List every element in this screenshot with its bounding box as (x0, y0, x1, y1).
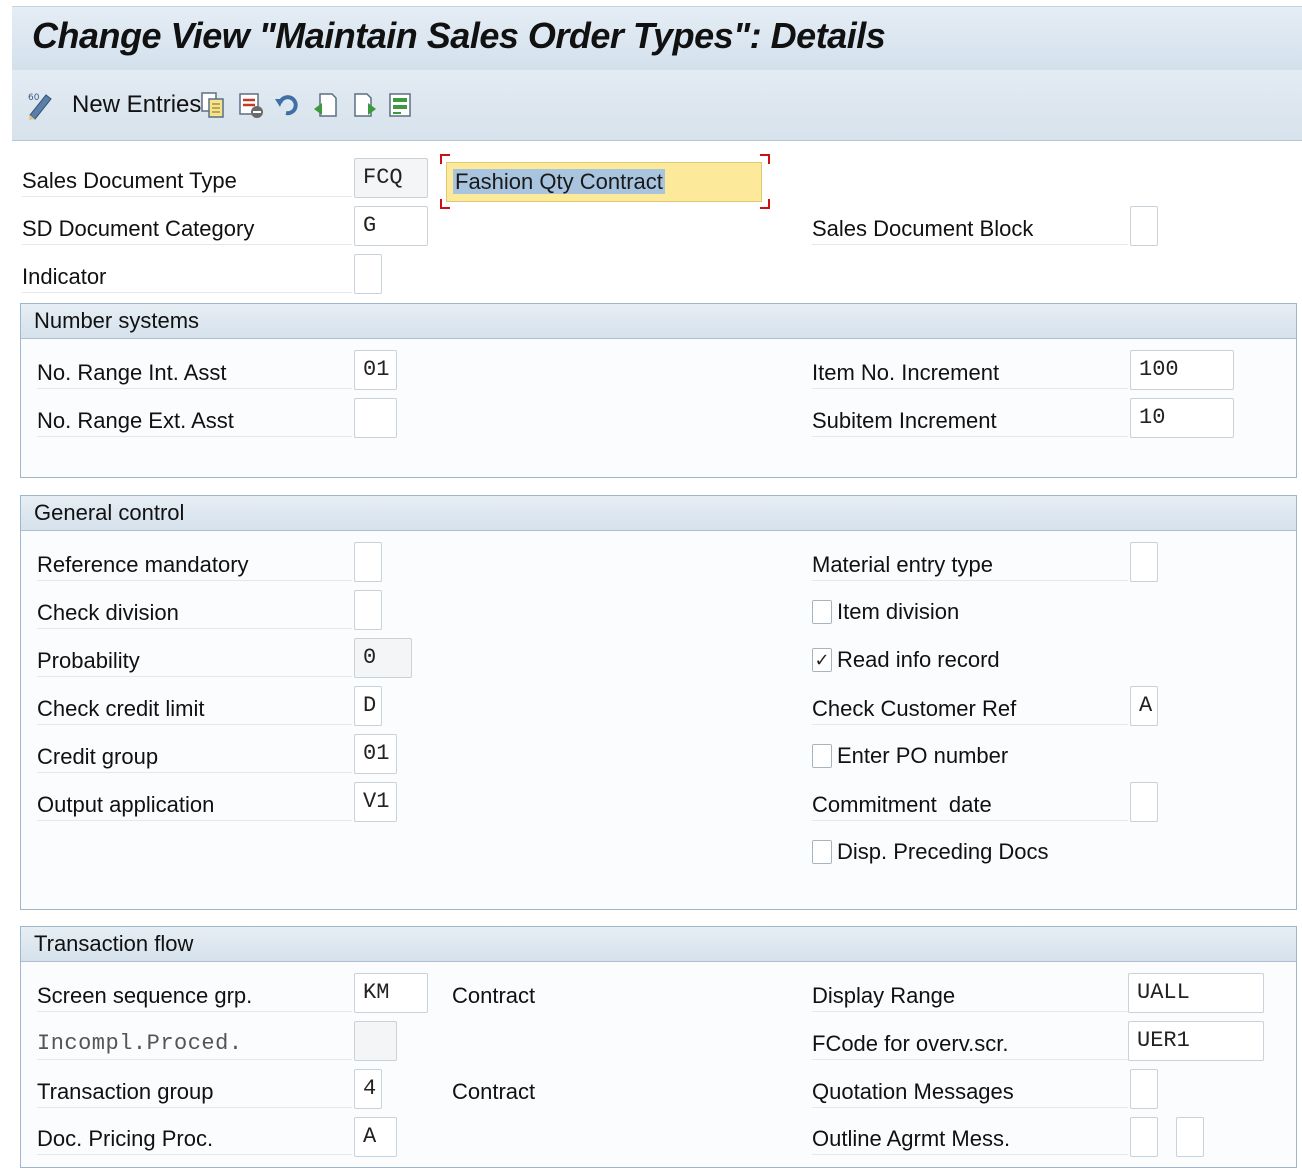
transaction-group-label: Transaction group (37, 1077, 352, 1108)
title-bar: Change View "Maintain Sales Order Types"… (12, 6, 1302, 71)
commitment-date-field[interactable] (1130, 782, 1158, 822)
enter-po-number-checkbox[interactable] (812, 744, 832, 768)
change-display-icon: 60 (28, 93, 52, 120)
credit-group-label: Credit group (37, 742, 352, 773)
outline-agrmt-mess-field-1[interactable] (1130, 1117, 1158, 1157)
sales-doc-type-label: Sales Document Type (22, 166, 352, 197)
next-entry-icon[interactable] (352, 91, 378, 119)
sales-doc-type-description-field[interactable]: Fashion Qty Contract (446, 162, 762, 202)
disp-preceding-docs-checkbox[interactable] (812, 840, 832, 864)
item-division-label: Item division (837, 599, 960, 624)
no-range-ext-asst-field[interactable] (354, 398, 397, 438)
page-title: Change View "Maintain Sales Order Types"… (32, 15, 886, 56)
outline-agrmt-mess-label: Outline Agrmt Mess. (812, 1124, 1128, 1155)
output-application-label: Output application (37, 790, 352, 821)
check-division-label: Check division (37, 598, 352, 629)
doc-pricing-proc-label: Doc. Pricing Proc. (37, 1124, 352, 1155)
no-range-ext-asst-label: No. Range Ext. Asst (37, 406, 352, 437)
sales-doc-type-description-text: Fashion Qty Contract (453, 169, 665, 194)
sales-doc-block-label: Sales Document Block (812, 214, 1128, 245)
transaction-group-description: Contract (452, 1079, 536, 1104)
material-entry-type-label: Material entry type (812, 550, 1128, 581)
undo-icon[interactable] (274, 91, 300, 119)
read-info-record-checkbox[interactable]: ✓ (812, 648, 832, 672)
transaction-group-field[interactable]: 4 (354, 1069, 382, 1109)
svg-text:60: 60 (28, 93, 40, 103)
quotation-messages-field[interactable] (1130, 1069, 1158, 1109)
copy-icon[interactable] (200, 91, 226, 119)
reference-mandatory-field[interactable] (354, 542, 382, 582)
commitment-date-label: Commitment date (812, 790, 1128, 821)
credit-group-field[interactable]: 01 (354, 734, 397, 774)
screen-sequence-grp-field[interactable]: KM (354, 973, 428, 1013)
number-systems-title: Number systems (34, 308, 200, 333)
focus-corner-tl (440, 154, 450, 164)
display-range-label: Display Range (812, 981, 1128, 1012)
number-systems-header: Number systems (21, 304, 1296, 339)
item-no-increment-label: Item No. Increment (812, 358, 1128, 389)
focus-corner-br (760, 199, 770, 209)
previous-entry-icon[interactable] (312, 91, 338, 119)
check-credit-limit-label: Check credit limit (37, 694, 352, 725)
general-control-title: General control (34, 500, 185, 525)
delete-icon[interactable] (238, 91, 264, 119)
sales-doc-block-field[interactable] (1130, 206, 1158, 246)
general-control-header: General control (21, 496, 1296, 531)
check-customer-ref-label: Check Customer Ref (812, 694, 1128, 725)
check-division-field[interactable] (354, 590, 382, 630)
transaction-flow-title: Transaction flow (34, 931, 194, 956)
probability-label: Probability (37, 646, 352, 677)
new-entries-button[interactable]: 60 New Entries (26, 85, 201, 125)
select-all-icon[interactable] (388, 91, 414, 119)
enter-po-number-label: Enter PO number (837, 743, 1009, 768)
new-entries-label: New Entries (72, 91, 202, 118)
read-info-record-label: Read info record (837, 647, 1000, 672)
sales-doc-type-field[interactable]: FCQ (354, 158, 428, 198)
focus-corner-bl (440, 199, 450, 209)
no-range-int-asst-field[interactable]: 01 (354, 350, 397, 390)
indicator-field[interactable] (354, 254, 382, 294)
indicator-label: Indicator (22, 262, 352, 293)
screen-sequence-grp-description: Contract (452, 983, 536, 1008)
probability-field[interactable]: 0 (354, 638, 412, 678)
display-range-field[interactable]: UALL (1128, 973, 1264, 1013)
screen-sequence-grp-label: Screen sequence grp. (37, 981, 352, 1012)
check-customer-ref-field[interactable]: A (1130, 686, 1158, 726)
disp-preceding-docs-label: Disp. Preceding Docs (837, 839, 1049, 864)
fcode-overview-label: FCode for overv.scr. (812, 1029, 1128, 1060)
fcode-overview-field[interactable]: UER1 (1128, 1021, 1264, 1061)
subitem-increment-field[interactable]: 10 (1130, 398, 1234, 438)
incompl-proced-label: Incompl.Proced. (37, 1029, 352, 1060)
doc-pricing-proc-field[interactable]: A (354, 1117, 397, 1157)
incompl-proced-field[interactable] (354, 1021, 397, 1061)
item-no-increment-field[interactable]: 100 (1130, 350, 1234, 390)
no-range-int-asst-label: No. Range Int. Asst (37, 358, 352, 389)
output-application-field[interactable]: V1 (354, 782, 397, 822)
item-division-checkbox[interactable] (812, 600, 832, 624)
outline-agrmt-mess-field-2[interactable] (1176, 1117, 1204, 1157)
material-entry-type-field[interactable] (1130, 542, 1158, 582)
transaction-flow-header: Transaction flow (21, 927, 1296, 962)
quotation-messages-label: Quotation Messages (812, 1077, 1128, 1108)
subitem-increment-label: Subitem Increment (812, 406, 1128, 437)
sd-doc-category-label: SD Document Category (22, 214, 352, 245)
focus-corner-tr (760, 154, 770, 164)
application-toolbar: 60 New Entries (12, 70, 1302, 141)
sd-doc-category-field[interactable]: G (354, 206, 428, 246)
check-credit-limit-field[interactable]: D (354, 686, 382, 726)
reference-mandatory-label: Reference mandatory (37, 550, 352, 581)
number-systems-group: Number systems (20, 303, 1297, 478)
